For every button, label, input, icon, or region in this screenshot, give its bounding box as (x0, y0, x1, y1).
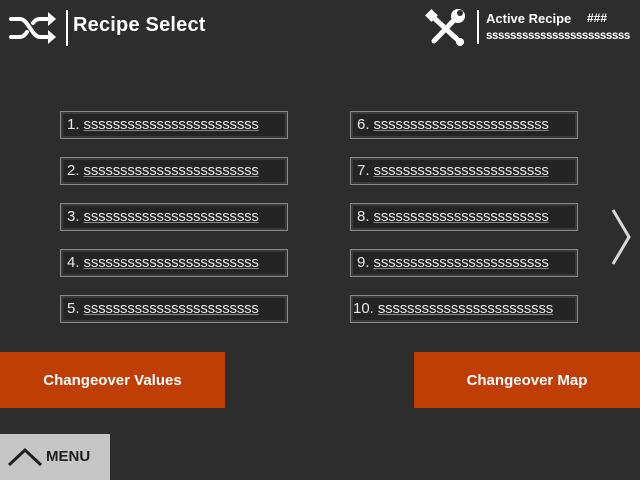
recipe-number: 10. (353, 300, 374, 317)
recipe-number: 2. (67, 162, 80, 179)
recipe-number: 6. (357, 116, 370, 133)
recipe-name: ssssssssssssssssssssssss (83, 162, 259, 179)
menu-button[interactable]: MENU (0, 434, 110, 480)
recipe-name: ssssssssssssssssssssssss (83, 208, 259, 225)
recipe-button-9[interactable]: 9. ssssssssssssssssssssssss (350, 249, 578, 277)
recipe-button-4[interactable]: 4. ssssssssssssssssssssssss (60, 249, 288, 277)
menu-label: MENU (46, 448, 91, 465)
recipe-number: 7. (357, 162, 370, 179)
changeover-values-button[interactable]: Changeover Values (0, 352, 225, 408)
shuffle-icon (9, 12, 56, 44)
recipe-name: ssssssssssssssssssssssss (373, 208, 549, 225)
recipe-button-10[interactable]: 10. ssssssssssssssssssssssss (350, 295, 578, 323)
recipe-number: 5. (67, 300, 80, 317)
recipe-number: 1. (67, 116, 80, 133)
recipe-button-7[interactable]: 7. ssssssssssssssssssssssss (350, 157, 578, 185)
changeover-map-button[interactable]: Changeover Map (414, 352, 640, 408)
chevron-right-icon[interactable] (608, 206, 634, 268)
tools-icon (425, 9, 465, 46)
recipe-number: 8. (357, 208, 370, 225)
recipe-number: 4. (67, 254, 80, 271)
recipe-name: ssssssssssssssssssssssss (373, 254, 549, 271)
active-recipe-label: Active Recipe (486, 11, 572, 26)
recipe-button-3[interactable]: 3. ssssssssssssssssssssssss (60, 203, 288, 231)
recipe-name: ssssssssssssssssssssssss (377, 300, 554, 317)
recipe-name: ssssssssssssssssssssssss (373, 116, 549, 133)
recipe-name: ssssssssssssssssssssssss (83, 254, 259, 271)
active-recipe-name: ssssssssssssssssssssssss (486, 30, 630, 42)
changeover-values-label: Changeover Values (43, 371, 182, 389)
page-title: Recipe Select (73, 14, 206, 36)
recipe-button-2[interactable]: 2. ssssssssssssssssssssssss (60, 157, 288, 185)
recipe-button-1[interactable]: 1. ssssssssssssssssssssssss (60, 111, 288, 139)
header-divider (66, 10, 68, 46)
active-recipe-number: ### (587, 11, 608, 25)
recipe-name: ssssssssssssssssssssssss (83, 116, 259, 133)
recipe-button-5[interactable]: 5. ssssssssssssssssssssssss (60, 295, 288, 323)
recipe-number: 3. (67, 208, 80, 225)
recipe-button-8[interactable]: 8. ssssssssssssssssssssssss (350, 203, 578, 231)
recipe-name: ssssssssssssssssssssssss (373, 162, 549, 179)
active-recipe-divider (477, 10, 479, 44)
recipe-number: 9. (357, 254, 370, 271)
chevron-up-icon (7, 447, 43, 467)
recipe-button-6[interactable]: 6. ssssssssssssssssssssssss (350, 111, 578, 139)
recipe-name: ssssssssssssssssssssssss (83, 300, 259, 317)
changeover-map-label: Changeover Map (466, 371, 588, 389)
